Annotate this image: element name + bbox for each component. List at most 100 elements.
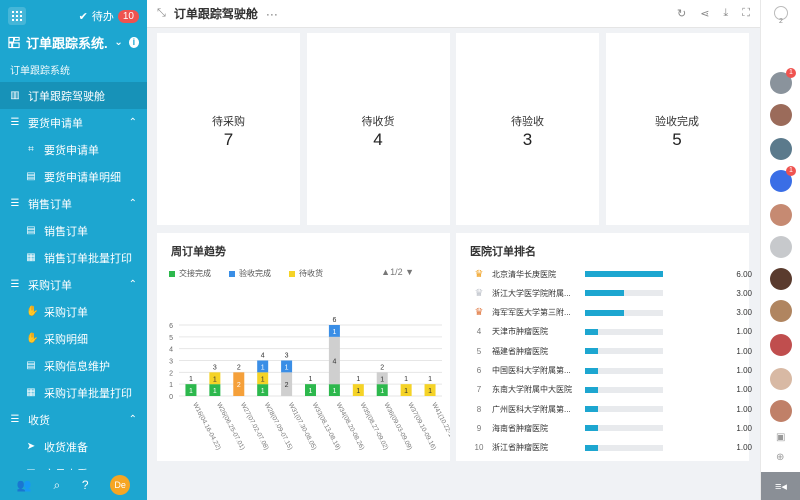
sidebar-item[interactable]: ▦ 销售订单批量打印 [0,244,147,271]
bar-value-label: 2 [285,382,289,389]
ranking-row[interactable]: ♛ 浙江大学医学院附属... 3.00 [472,285,752,301]
bar-stack[interactable]: 1 [305,384,316,396]
contact-avatar[interactable] [770,334,792,356]
bar-value-label: 1 [404,388,408,395]
send-icon: ➤ [26,441,36,452]
stat-card[interactable]: 待验收 3 [456,33,599,225]
chevron-up-icon[interactable]: ⌃ [129,198,137,209]
bar-stack[interactable]: 11 [209,372,221,396]
bar-value-label: 1 [332,388,336,395]
sidebar-item[interactable]: ✋ 采购订单 [0,298,147,325]
bar-stack[interactable]: 1 [424,384,436,396]
bar-stack[interactable]: 1 [352,384,364,396]
crown-icon: ♛ [474,287,484,299]
rank-bar-fill [585,271,663,277]
hospital-name: 北京清华长庚医院 [492,269,556,279]
app-grid-button[interactable] [8,7,26,25]
sidebar-item[interactable]: ▤ 采购信息维护 [0,352,147,379]
contact-avatar[interactable] [770,300,792,322]
bar-stack[interactable]: 21 [281,360,293,397]
sidebar-item-label: 销售订单批量打印 [44,252,132,265]
list-icon: ☰ [10,117,20,128]
stat-label: 待收货 [361,116,395,128]
ranking-row[interactable]: 9 海南省肿瘤医院 1.00 [472,420,752,436]
sidebar-item[interactable]: ▥ 订单跟踪驾驶舱 [0,82,147,109]
panel-toggle-icon[interactable]: ≡◂ [761,472,800,500]
add-icon[interactable]: ⊕ [776,452,784,463]
ranking-row[interactable]: 6 中国医科大学附属第... 1.00 [472,363,752,379]
bar-stack[interactable]: 11 [376,372,388,396]
sidebar-group[interactable]: ☰ 收货 ⌃ [0,406,147,433]
help-icon[interactable]: ? [82,478,89,492]
contact-avatar[interactable] [770,138,792,160]
ranking-row[interactable]: ♛ 海军军医大学第三附... 3.00 [472,305,752,321]
sidebar-item[interactable]: ➤ 收货准备 [0,433,147,460]
contact-avatar[interactable] [770,104,792,126]
contact-avatar[interactable] [770,268,792,290]
contact-avatar[interactable] [770,368,792,390]
sidebar-item-label: 采购信息维护 [44,360,110,373]
bar-value-label: 1 [285,364,289,371]
stat-card[interactable]: 验收完成 5 [605,33,749,225]
bar-stack[interactable]: 1 [400,384,412,396]
bar-value-label: 1 [213,388,217,395]
sidebar-item[interactable]: ▤ 销售订单 [0,217,147,244]
info-icon[interactable]: i [128,36,139,48]
download-icon[interactable]: ⤓ [723,7,728,20]
sidebar-group[interactable]: ☰ 采购订单 ⌃ [0,271,147,298]
chart-icon: ▥ [10,90,20,101]
share-icon[interactable]: ⋖ [700,7,709,20]
table-icon: ▦ [26,387,36,398]
contact-avatar[interactable] [770,400,792,422]
y-tick-label: 5 [169,335,173,342]
crown-icon: ♛ [474,307,484,319]
list-icon: ☰ [10,279,20,290]
y-tick-label: 2 [169,370,173,377]
ranking-row[interactable]: 10 浙江省肿瘤医院 1.00 [472,440,752,456]
hospital-name: 浙江大学医学院附属... [492,288,571,298]
right-panel: 2 1 1 ▣ ⊕ ≡◂ [760,0,800,500]
chevron-up-icon[interactable]: ⌃ [129,414,137,425]
app-switcher[interactable]: 订单跟踪系统... ⌄ i [0,32,147,52]
sidebar-item-label: 销售订单 [28,198,72,211]
more-icon[interactable]: ··· [266,7,278,21]
collapse-icon[interactable]: ⤡ [157,7,166,20]
bar-stack[interactable]: 1 1 1 [257,360,269,397]
todo-button[interactable]: ✔ 待办 10 [79,8,139,24]
chevron-down-icon[interactable]: ⌄ [114,37,122,48]
bar-total-label: 4 [261,353,265,360]
ranking-row[interactable]: 4 天津市肿瘤医院 1.00 [472,324,752,340]
rank-value: 1.00 [736,346,752,356]
search-icon[interactable]: ⌕ [53,478,60,493]
rank-number: 10 [474,443,484,453]
refresh-icon[interactable]: ↻ [677,7,686,20]
contact-card-icon[interactable]: ▣ [776,432,785,443]
rank-bar-fill [585,367,599,374]
contact-avatar[interactable] [770,236,792,258]
bar-stack[interactable]: 2 [233,372,245,396]
sidebar-group[interactable]: ☰ 销售订单 ⌃ [0,190,147,217]
sidebar-item[interactable]: ⌗ 要货申请单 [0,136,147,163]
dashboard: 待采购 7 待收货 4 待验收 3 验收完成 5 周订单趋势 交接完成 验收完成 待收货 ▲1/2… [147,28,760,500]
contact-avatar[interactable] [770,204,792,226]
ranking-row[interactable]: ♛ 北京清华长庚医院 6.00 [472,266,752,282]
chevron-up-icon[interactable]: ⌃ [129,279,137,290]
chevron-up-icon[interactable]: ⌃ [129,117,137,128]
contacts-icon[interactable]: 👥 [17,478,32,492]
sidebar-item-label: 采购订单批量打印 [44,387,132,400]
header-tools: ↻ ⋖ ⤓ ⛶ [677,7,750,20]
sidebar-item[interactable]: ▦ 采购订单批量打印 [0,379,147,406]
ranking-row[interactable]: 8 广州医科大学附属第... 1.00 [472,401,752,417]
user-avatar[interactable]: De [110,475,131,495]
stat-card[interactable]: 待收货 4 [306,33,450,225]
ranking-row[interactable]: 5 福建省肿瘤医院 1.00 [472,343,752,359]
bar-stack[interactable]: 1 [185,384,197,396]
stat-card[interactable]: 待采购 7 [157,33,300,225]
ranking-row[interactable]: 7 东南大学附属中大医院 1.00 [472,382,752,398]
sidebar-item[interactable]: ✋ 采购明细 [0,325,147,352]
bar-stack[interactable]: 1 4 1 [328,325,340,396]
fullscreen-icon[interactable]: ⛶ [742,7,750,20]
sidebar-item[interactable]: ▤ 要货申请单明细 [0,163,147,190]
sidebar-group[interactable]: ☰ 要货申请单 ⌃ [0,109,147,136]
rank-number: 7 [476,385,482,395]
